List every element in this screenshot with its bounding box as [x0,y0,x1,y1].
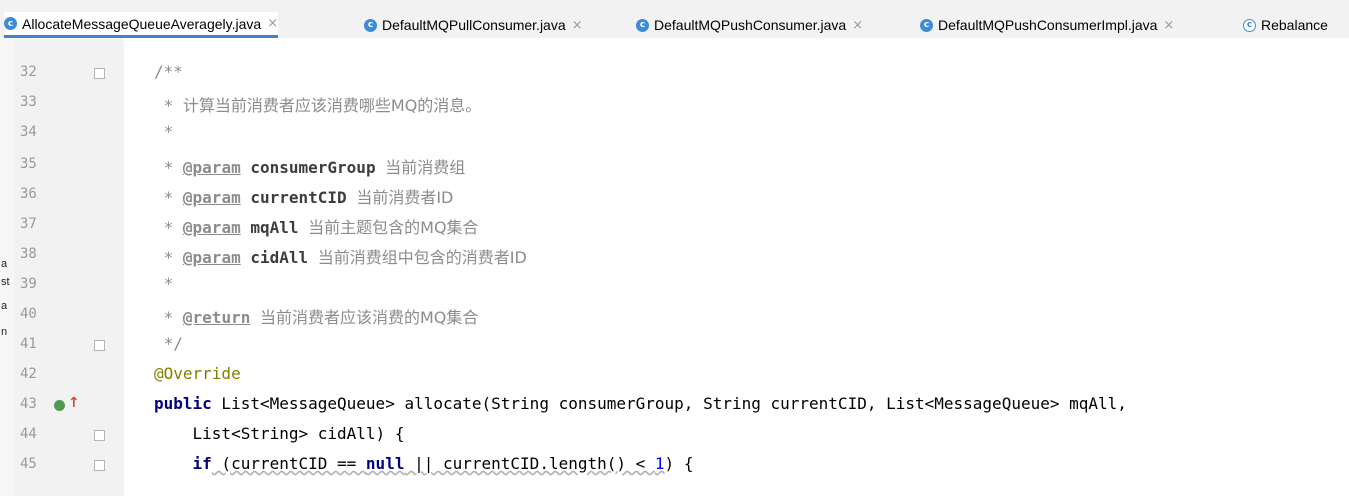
code-line-40: * @return 当前消费者应该消费的MQ集合 [154,308,479,327]
fold-marker-icon[interactable] [94,430,105,441]
param-description: 当前主题包含的MQ集合 [308,218,479,237]
tab-rebalance[interactable]: c Rebalance [1243,12,1328,38]
code-line-41: */ [154,334,183,353]
fold-marker-icon[interactable] [94,460,105,471]
line-number: 39 [20,276,37,292]
code-line-33: * 计算当前消费者应该消费哪些MQ的消息。 [154,92,482,116]
class-file-icon: c [636,18,649,32]
line-number: 34 [20,124,37,140]
left-panel-edge: a st a n [0,38,15,496]
number-literal: 1 [654,454,665,473]
comment-prefix: * [154,96,183,115]
code-line-37: * @param mqAll 当前主题包含的MQ集合 [154,218,479,237]
keyword: null [365,454,405,473]
close-icon[interactable]: × [267,16,278,31]
line-number: 33 [20,94,37,110]
param-name: consumerGroup [250,158,376,177]
code-fragment: (currentCID == [211,454,366,473]
implementing-method-icon[interactable] [54,400,65,411]
javadoc-tag: @param [182,218,241,237]
keyword: public [154,394,212,413]
tab-label: Rebalance [1261,17,1328,33]
code-fragment: || currentCID.length() < [404,454,655,473]
javadoc-tag: @param [182,248,241,267]
fold-marker-icon[interactable] [94,340,105,351]
editor-tab-bar: c AllocateMessageQueueAveragely.java × c… [0,0,1349,38]
param-description: 当前消费组 [385,158,466,177]
tab-allocate-message-queue-averagely[interactable]: c AllocateMessageQueueAveragely.java × [4,12,279,38]
keyword: if [192,454,212,473]
class-file-icon: c [364,18,377,32]
line-number: 42 [20,366,37,382]
comment-text: 计算当前消费者应该消费哪些MQ的消息。 [182,96,482,115]
code-fragment: ) { [664,454,694,473]
code-line-42: @Override [154,364,241,383]
line-number: 40 [20,306,37,322]
fold-marker-icon[interactable] [94,68,105,79]
tab-default-mq-pull-consumer[interactable]: c DefaultMQPullConsumer.java × [364,12,583,38]
panel-fragment-text: a [1,258,8,270]
class-file-icon: c [1243,18,1256,32]
code-line-36: * @param currentCID 当前消费者ID [154,188,454,207]
close-icon[interactable]: × [572,18,583,33]
tab-label: DefaultMQPushConsumer.java [654,17,847,33]
tab-label: DefaultMQPullConsumer.java [382,17,566,33]
line-number: 36 [20,186,37,202]
panel-fragment-text: a [1,300,8,312]
param-name: cidAll [250,248,309,267]
javadoc-tag: @param [182,158,241,177]
line-number: 41 [20,336,37,352]
class-file-icon: c [920,18,933,32]
code-line-35: * @param consumerGroup 当前消费组 [154,158,466,177]
line-number: 45 [20,456,37,472]
code-line-39: * [154,274,174,293]
class-file-icon: c [4,17,17,30]
line-number: 35 [20,156,37,172]
override-up-arrow-icon[interactable]: ↑ [68,395,80,411]
code-line-38: * @param cidAll 当前消费组中包含的消费者ID [154,248,527,267]
tab-default-mq-push-consumer[interactable]: c DefaultMQPushConsumer.java × [636,12,863,38]
javadoc-tag: @param [182,188,241,207]
close-icon[interactable]: × [852,18,863,33]
close-icon[interactable]: × [1163,18,1174,33]
code-line-34: * [154,122,174,141]
tab-default-mq-push-consumer-impl[interactable]: c DefaultMQPushConsumerImpl.java × [920,12,1174,38]
line-number: 44 [20,426,37,442]
panel-fragment-text: st [1,276,10,288]
param-description: 当前消费组中包含的消费者ID [317,248,527,267]
code-line-44: List<String> cidAll) { [154,424,405,443]
code-line-32: /** [154,62,183,81]
method-signature: List<MessageQueue> allocate(String consu… [211,394,1127,413]
code-line-45: if (currentCID == null || currentCID.len… [154,454,694,473]
code-line-43: public List<MessageQueue> allocate(Strin… [154,394,1127,413]
line-number: 32 [20,64,37,80]
param-description: 当前消费者ID [356,188,454,207]
line-number: 37 [20,216,37,232]
tab-label: DefaultMQPushConsumerImpl.java [938,17,1158,33]
param-name: mqAll [250,218,299,237]
javadoc-tag: @return [182,308,251,327]
return-description: 当前消费者应该消费的MQ集合 [259,308,479,327]
tab-label: AllocateMessageQueueAveragely.java [22,15,262,32]
line-number: 38 [20,246,37,262]
param-name: currentCID [250,188,347,207]
panel-fragment-text: n [1,326,8,338]
